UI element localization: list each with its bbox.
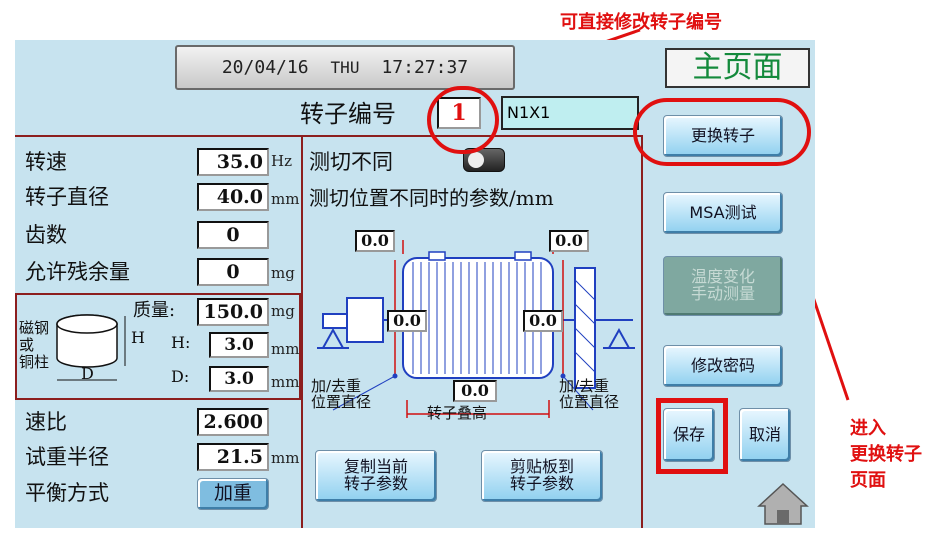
value-mid-left[interactable]: 0.0 [387, 310, 427, 332]
label-line: 位置直径 [311, 393, 372, 411]
rotor-number-label: 转子编号 [300, 100, 396, 128]
d-unit: mm [271, 373, 300, 391]
diameter-label: 转子直径 [25, 185, 109, 209]
magnet-h-tag: H [131, 328, 145, 347]
annotation-side-note-line: 页面 [850, 470, 886, 491]
magnet-cylinder-icon [56, 314, 126, 381]
stack-height-label: 转子叠高 [427, 404, 488, 422]
value-top-right[interactable]: 0.0 [549, 230, 589, 252]
frame-line [641, 135, 643, 528]
magnet-d-tag: D [81, 364, 94, 383]
date-text: 20/04/16 [221, 57, 309, 78]
add-remove-right-label: 加/去重 位置直径 [559, 378, 619, 410]
ratio-label: 速比 [25, 410, 67, 434]
toggle-knob [468, 152, 484, 168]
magnet-type-line: 磁钢 [19, 319, 50, 337]
button-line: 转子参数 [509, 474, 574, 493]
mass-label: 质量: [133, 300, 176, 321]
residual-label: 允许残余量 [25, 260, 130, 284]
teeth-label: 齿数 [25, 223, 67, 247]
label-line: 位置直径 [559, 393, 620, 411]
speed-input[interactable]: 35.0 [197, 148, 269, 176]
button-line: 转子参数 [343, 474, 408, 493]
datetime-bar: 20/04/16 THU 17:27:37 [175, 45, 515, 90]
balance-mode-button[interactable]: 加重 [197, 478, 269, 510]
annotation-side-note-line: 更换转子 [850, 444, 922, 465]
msa-test-button[interactable]: MSA测试 [663, 192, 783, 234]
rotor-name-field[interactable]: N1X1 [501, 96, 639, 130]
annotation-side-note: 进入 更换转子 页面 [850, 416, 922, 494]
cancel-button[interactable]: 取消 [739, 408, 791, 462]
magnet-type-line: 铜柱 [19, 353, 50, 371]
annotation-circle-rotor-number [427, 86, 499, 154]
residual-unit: mg [271, 264, 295, 282]
page-title: 主页面 [665, 48, 810, 88]
mass-input[interactable]: 150.0 [197, 298, 269, 326]
diff-label: 测切不同 [309, 150, 393, 174]
annotation-box-save [656, 398, 728, 474]
mass-unit: mg [271, 302, 295, 320]
add-remove-left-label: 加/去重 位置直径 [311, 378, 371, 410]
time-text: 17:27:37 [381, 57, 469, 78]
residual-input[interactable]: 0 [197, 258, 269, 286]
value-mid-right[interactable]: 0.0 [523, 310, 563, 332]
ratio-input[interactable]: 2.600 [197, 408, 269, 436]
diff-params-label: 测切位置不同时的参数/mm [309, 186, 554, 210]
temp-manual-button[interactable]: 温度变化 手动测量 [663, 256, 783, 316]
copy-params-button[interactable]: 复制当前 转子参数 [315, 450, 437, 502]
magnet-type-line: 或 [19, 336, 35, 354]
annotation-side-note-line: 进入 [850, 418, 886, 439]
button-line: 手动测量 [690, 284, 755, 303]
test-radius-input[interactable]: 21.5 [197, 443, 269, 471]
magnet-type-label: 磁钢 或 铜柱 [19, 320, 49, 371]
diameter-input[interactable]: 40.0 [197, 183, 269, 211]
speed-label: 转速 [25, 150, 67, 174]
test-radius-unit: mm [271, 449, 300, 467]
diameter-unit: mm [271, 190, 300, 208]
h-input[interactable]: 3.0 [209, 332, 269, 358]
annotation-circle-change-rotor [633, 98, 811, 166]
frame-line [15, 135, 643, 137]
weekday-text: THU [330, 58, 360, 77]
label-line: 加/去重 [559, 377, 610, 395]
speed-unit: Hz [271, 152, 292, 170]
home-icon[interactable] [755, 480, 811, 526]
change-password-button[interactable]: 修改密码 [663, 345, 783, 387]
h-unit: mm [271, 340, 300, 358]
balance-mode-label: 平衡方式 [25, 481, 109, 505]
d-input[interactable]: 3.0 [209, 366, 269, 392]
d-label: D: [171, 367, 190, 386]
paste-params-button[interactable]: 剪贴板到 转子参数 [481, 450, 603, 502]
value-top-left[interactable]: 0.0 [355, 230, 395, 252]
test-radius-label: 试重半径 [25, 445, 109, 469]
value-bottom[interactable]: 0.0 [453, 380, 497, 402]
label-line: 加/去重 [311, 377, 362, 395]
teeth-input[interactable]: 0 [197, 221, 269, 249]
h-label: H: [171, 333, 191, 352]
